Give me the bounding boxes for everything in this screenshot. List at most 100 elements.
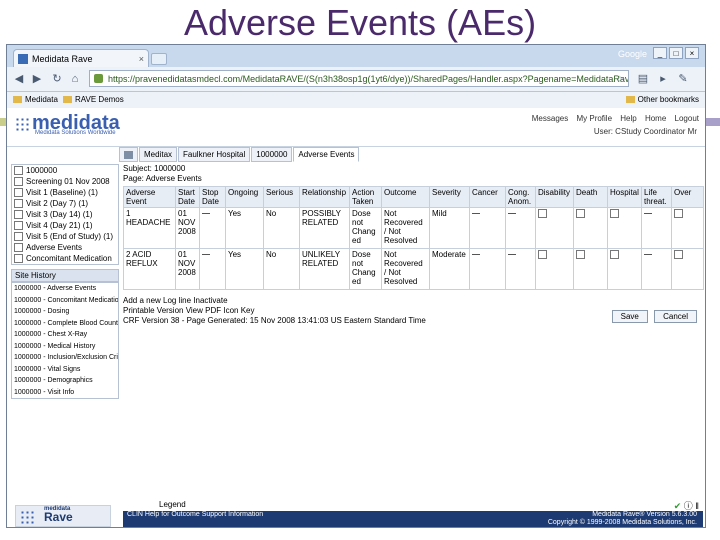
form-item-adverse-events[interactable]: Adverse Events — [12, 242, 118, 253]
folder-item-visit-3[interactable]: Visit 3 (Day 14) (1) — [12, 209, 118, 220]
bookmark-rave-demos[interactable]: RAVE Demos — [63, 94, 124, 106]
tab-bar: Medidata Rave × Google _ □ × — [7, 45, 705, 67]
cell-death[interactable] — [573, 207, 608, 249]
cell-disability[interactable] — [535, 207, 574, 249]
browser-tab[interactable]: Medidata Rave × — [13, 49, 149, 67]
folder-item-visit-4[interactable]: Visit 4 (Day 21) (1) — [12, 220, 118, 231]
cell-over[interactable] — [671, 248, 704, 290]
folder-item-visit-1[interactable]: Visit 1 (Baseline) (1) — [12, 187, 118, 198]
history-item[interactable]: 1000000 - Chest X-Ray — [12, 329, 118, 341]
cell-life-threat — [641, 207, 672, 249]
reload-icon[interactable]: ↻ — [49, 71, 65, 87]
cell-stop — [199, 248, 226, 290]
form-icon — [14, 254, 23, 264]
address-bar[interactable]: https://pravenedidatasmdecl.com/Medidata… — [89, 70, 629, 87]
star-icon[interactable]: ☆ — [616, 71, 624, 86]
site-history-list: 1000000 - Adverse Events 1000000 - Conco… — [11, 282, 119, 399]
cancel-button[interactable]: Cancel — [654, 310, 697, 323]
crumb-form: Adverse Events — [293, 147, 360, 162]
my-profile-link[interactable]: My Profile — [576, 114, 612, 123]
page-footer: CLIN Help for Outcome Support Informatio… — [123, 511, 703, 527]
cell-death[interactable] — [573, 248, 608, 290]
check-icon: ✔ — [673, 501, 682, 511]
history-item[interactable]: 1000000 - Dosing — [12, 306, 118, 318]
logo-grid-icon — [15, 116, 29, 131]
cell-event: 2 ACID REFLUX — [123, 248, 176, 290]
maximize-button[interactable]: □ — [669, 47, 683, 59]
table-header-row: Adverse Event Start Date Stop Date Ongoi… — [123, 186, 704, 208]
column-header: Relationship — [299, 186, 350, 208]
crf-version-info: CRF Version 38 - Page Generated: 15 Nov … — [123, 316, 426, 325]
messages-link[interactable]: Messages — [532, 114, 568, 123]
page-icon[interactable]: ▸ — [655, 71, 671, 87]
close-window-button[interactable]: × — [685, 47, 699, 59]
add-log-line-link[interactable]: Add a new Log line Inactivate — [123, 296, 426, 306]
history-item[interactable]: 1000000 - Demographics — [12, 375, 118, 387]
subject-navigation: 1000000 Screening 01 Nov 2008 Visit 1 (B… — [11, 164, 119, 265]
form-icon — [14, 177, 23, 187]
help-link[interactable]: Help — [620, 114, 636, 123]
wrench-icon[interactable]: ✎ — [675, 71, 691, 87]
forward-icon[interactable]: ▶ — [29, 71, 45, 87]
crumb-home[interactable] — [119, 147, 138, 162]
cell-over[interactable] — [671, 207, 704, 249]
column-header: Severity — [429, 186, 470, 208]
new-tab-button[interactable] — [151, 53, 167, 65]
home-icon[interactable]: ⌂ — [67, 71, 83, 87]
top-links: Messages My Profile Help Home Logout — [526, 114, 699, 123]
history-item[interactable]: 1000000 - Visit Info — [12, 387, 118, 399]
folder-item-screening[interactable]: Screening 01 Nov 2008 — [12, 176, 118, 187]
cell-hospital[interactable] — [607, 207, 642, 249]
table-actions: Add a new Log line Inactivate Printable … — [123, 296, 426, 326]
column-header: Death — [573, 186, 608, 208]
history-item[interactable]: 1000000 - Concomitant Medication — [12, 295, 118, 307]
bookmark-medidata[interactable]: Medidata — [13, 94, 58, 106]
history-item[interactable]: 1000000 - Inclusion/Exclusion Criteria — [12, 352, 118, 364]
table-row[interactable]: 1 HEADACHE 01 NOV 2008 Yes No POSSIBLY R… — [123, 207, 704, 249]
crumb-study[interactable]: Meditax — [139, 147, 178, 162]
legend-label[interactable]: Legend — [159, 500, 186, 509]
form-item-concomitant-medication[interactable]: Concomitant Medication — [12, 253, 118, 264]
adverse-events-table: Adverse Event Start Date Stop Date Ongoi… — [123, 186, 704, 290]
web-page: medidata Medidata Solutions Worldwide Me… — [7, 108, 705, 527]
page-menu-icon[interactable]: ▤ — [635, 71, 651, 87]
form-buttons: Save Cancel — [608, 310, 697, 323]
save-button[interactable]: Save — [611, 310, 648, 323]
cell-severity: Mild — [429, 207, 470, 249]
folder-item-visit-5[interactable]: Visit 5 (End of Study) (1) — [12, 231, 118, 242]
column-header: Start Date — [175, 186, 200, 208]
checkbox[interactable] — [576, 250, 585, 259]
cell-disability[interactable] — [535, 248, 574, 290]
bookmarks-bar: Medidata RAVE Demos Other bookmarks — [7, 92, 705, 109]
logout-link[interactable]: Logout — [675, 114, 699, 123]
history-item[interactable]: 1000000 - Complete Blood Count — [12, 318, 118, 330]
cell-cancer — [469, 248, 506, 290]
close-tab-icon[interactable]: × — [139, 50, 144, 68]
printable-links[interactable]: Printable Version View PDF Icon Key — [123, 306, 426, 316]
checkbox[interactable] — [538, 250, 547, 259]
checkbox[interactable] — [674, 250, 683, 259]
back-icon[interactable]: ◀ — [11, 71, 27, 87]
other-bookmarks[interactable]: Other bookmarks — [625, 94, 699, 106]
checkbox[interactable] — [538, 209, 547, 218]
crumb-subject[interactable]: 1000000 — [251, 147, 293, 162]
history-item[interactable]: 1000000 - Medical History — [12, 341, 118, 353]
subject-item[interactable]: 1000000 — [12, 165, 118, 176]
form-icon — [14, 210, 23, 220]
checkbox[interactable] — [576, 209, 585, 218]
cell-relationship: UNLIKELY RELATED — [299, 248, 350, 290]
table-row[interactable]: 2 ACID REFLUX 01 NOV 2008 Yes No UNLIKEL… — [123, 248, 704, 290]
cell-hospital[interactable] — [607, 248, 642, 290]
crumb-site[interactable]: Faulkner Hospital — [178, 147, 251, 162]
checkbox[interactable] — [610, 250, 619, 259]
cell-ongoing: Yes — [225, 248, 264, 290]
footer-help-text: CLIN Help for Outcome Support Informatio… — [127, 511, 264, 518]
history-item[interactable]: 1000000 - Vital Signs — [12, 364, 118, 376]
history-item[interactable]: 1000000 - Adverse Events — [12, 283, 118, 295]
checkbox[interactable] — [674, 209, 683, 218]
checkbox[interactable] — [610, 209, 619, 218]
folder-item-visit-2[interactable]: Visit 2 (Day 7) (1) — [12, 198, 118, 209]
cell-stop — [199, 207, 226, 249]
minimize-button[interactable]: _ — [653, 47, 667, 59]
home-link[interactable]: Home — [645, 114, 666, 123]
